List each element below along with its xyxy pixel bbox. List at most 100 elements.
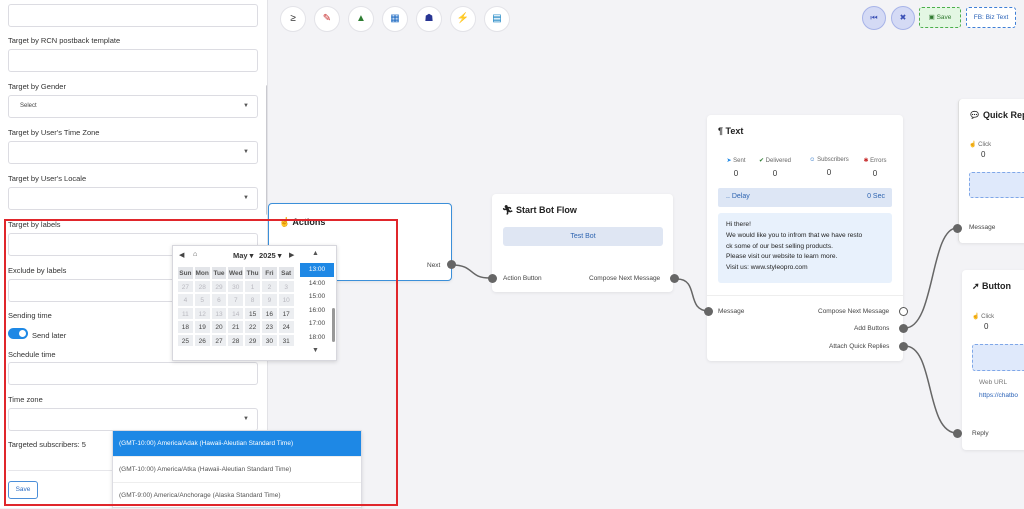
calendar-day: 14 xyxy=(227,306,245,320)
chart-icon[interactable]: ▲ xyxy=(348,6,374,32)
delay-bar[interactable]: .. Delay 0 Sec xyxy=(718,188,892,207)
calendar-day[interactable]: 20 xyxy=(210,320,228,334)
quick-reply-in-port[interactable] xyxy=(953,224,962,233)
calendar-day: 11 xyxy=(177,306,194,320)
add-buttons-port[interactable] xyxy=(899,324,908,333)
start-flow-out-port[interactable] xyxy=(670,274,679,283)
stat-subscribers: ☺ Subscribers 0 xyxy=(809,157,849,177)
gender-select[interactable]: Select ▼ xyxy=(8,95,258,118)
next-month-icon[interactable]: ▶ xyxy=(289,251,294,259)
calendar-day[interactable]: 31 xyxy=(277,333,295,347)
button-title: Button xyxy=(982,281,1012,291)
actions-next-port[interactable] xyxy=(447,260,456,269)
calendar-day[interactable]: 24 xyxy=(277,320,295,334)
timezone-option[interactable]: (GMT-9:00) America/Anchorage (Alaska Sta… xyxy=(113,483,361,509)
rcn-template-label: Target by RCN postback template xyxy=(8,36,121,45)
home-icon[interactable]: ⌂ xyxy=(193,251,197,258)
calendar-day[interactable]: 27 xyxy=(210,333,228,347)
file-icon[interactable]: ▤ xyxy=(484,6,510,32)
timezone-target-select[interactable]: ▼ xyxy=(8,141,258,164)
calendar-day[interactable]: 19 xyxy=(193,320,211,334)
start-bot-flow-node[interactable]: 🏃︎ Start Bot Flow Test Bot Action Button… xyxy=(492,194,673,292)
save-button-left[interactable]: Save xyxy=(8,481,38,499)
flow-name-button[interactable]: FB: Biz Text xyxy=(966,7,1016,28)
time-scrollbar[interactable] xyxy=(332,308,335,342)
stat-delivered: ✔ Delivered 0 xyxy=(758,158,792,178)
message-bubble[interactable]: Hi there! We would like you to infrom th… xyxy=(718,213,892,283)
schedule-time-input[interactable] xyxy=(8,362,258,385)
users-icon: ☺ xyxy=(809,157,816,163)
collapse-button[interactable]: ⏮ xyxy=(862,6,886,30)
calendar-day[interactable]: 21 xyxy=(227,320,245,334)
timezone-option[interactable]: (GMT-10:00) America/Adak (Hawaii-Aleutia… xyxy=(113,431,361,457)
time-down-icon[interactable]: ▼ xyxy=(312,347,319,354)
calendar-day[interactable]: 28 xyxy=(227,333,245,347)
chevron-down-icon: ▼ xyxy=(243,416,249,422)
subscriber-icon[interactable]: ✎ xyxy=(314,6,340,32)
greater-equal-icon[interactable]: ≥ xyxy=(280,6,306,32)
calendar-day[interactable]: 29 xyxy=(244,333,261,347)
calendar-day[interactable]: 17 xyxy=(277,306,295,320)
calendar-day[interactable]: 15 xyxy=(244,306,261,320)
button-placeholder[interactable] xyxy=(972,344,1024,371)
time-option[interactable]: 15:00 xyxy=(300,290,334,304)
calendar-day[interactable]: 26 xyxy=(193,333,211,347)
stat-click: ☝ Click 0 xyxy=(969,142,992,159)
calendar-day: 28 xyxy=(193,279,211,293)
time-option[interactable]: 18:00 xyxy=(300,331,334,345)
weekday-header: Tue xyxy=(210,266,228,280)
calendar-day[interactable]: 23 xyxy=(260,320,278,334)
top-partial-field[interactable] xyxy=(8,4,258,27)
time-zone-select[interactable]: ▼ xyxy=(8,408,258,431)
fit-view-button[interactable]: ✖ xyxy=(891,6,915,30)
bot-name-badge[interactable]: Test Bot xyxy=(503,227,663,246)
chevron-down-icon: ▼ xyxy=(243,195,249,201)
time-option[interactable]: 14:00 xyxy=(300,277,334,291)
rcn-template-field[interactable] xyxy=(8,49,258,72)
attach-quick-replies-port[interactable] xyxy=(899,342,908,351)
time-option[interactable]: 17:00 xyxy=(300,317,334,331)
gender-label: Target by Gender xyxy=(8,82,66,91)
send-later-label: Send later xyxy=(32,331,67,340)
locale-select[interactable]: ▼ xyxy=(8,187,258,210)
week-row: 18 19 20 21 22 23 24 xyxy=(177,320,295,334)
text-title: Text xyxy=(725,126,744,136)
week-row: 25 26 27 28 29 30 31 xyxy=(177,333,295,347)
button-in-port[interactable] xyxy=(953,429,962,438)
compose-next-port-label: Compose Next Message xyxy=(589,275,661,282)
prev-month-icon[interactable]: ◀ xyxy=(179,251,184,259)
cards-icon[interactable]: ▦ xyxy=(382,6,408,32)
calendar-day[interactable]: 30 xyxy=(260,333,278,347)
attach-quick-replies-label: Attach Quick Replies xyxy=(829,343,890,350)
send-later-toggle[interactable] xyxy=(8,328,28,339)
quick-reply-placeholder[interactable] xyxy=(969,172,1024,198)
text-in-port[interactable] xyxy=(704,307,713,316)
calendar-day[interactable]: 22 xyxy=(244,320,261,334)
quick-reply-title: Quick Rep xyxy=(982,110,1024,120)
year-select[interactable]: 2025 xyxy=(259,251,276,260)
quick-reply-node[interactable]: 💬︎ Quick Rep ☝ Click 0 Message xyxy=(958,99,1024,243)
text-node[interactable]: ¶ Text ➤ Sent 0 ✔ Delivered 0 ☺ Subscriber… xyxy=(707,115,903,361)
start-flow-in-port[interactable] xyxy=(488,274,497,283)
time-option[interactable]: 13:00 xyxy=(300,263,334,277)
stat-sent: ➤ Sent 0 xyxy=(726,158,746,178)
month-select[interactable]: May xyxy=(233,251,248,260)
calendar-day[interactable]: 18 xyxy=(177,320,194,334)
timezone-option[interactable]: (GMT-10:00) America/Atka (Hawaii-Aleutia… xyxy=(113,457,361,483)
weekday-row: Sun Mon Tue Wed Thu Fri Sat xyxy=(177,266,295,280)
plug-icon[interactable]: ⚡ xyxy=(450,6,476,32)
save-button[interactable]: ▣ Save xyxy=(919,7,961,28)
web-url-link[interactable]: https://chatbo xyxy=(979,392,1018,399)
robot-icon[interactable]: ☗ xyxy=(416,6,442,32)
time-option[interactable]: 16:00 xyxy=(300,304,334,318)
button-node[interactable]: ➚ Button ☝ Click 0 Web URL https://chatbo… xyxy=(962,270,1024,450)
compose-next-port[interactable] xyxy=(899,307,908,316)
time-up-icon[interactable]: ▲ xyxy=(312,250,319,257)
calendar-day[interactable]: 25 xyxy=(177,333,194,347)
week-row: 4 5 6 7 8 9 10 xyxy=(177,293,295,307)
panel-scrollbar[interactable] xyxy=(266,85,267,215)
calendar-day: 9 xyxy=(260,293,278,307)
comment-icon: 💬︎ xyxy=(969,110,983,120)
cursor-icon: ➚ xyxy=(972,281,983,291)
calendar-day[interactable]: 16 xyxy=(260,306,278,320)
